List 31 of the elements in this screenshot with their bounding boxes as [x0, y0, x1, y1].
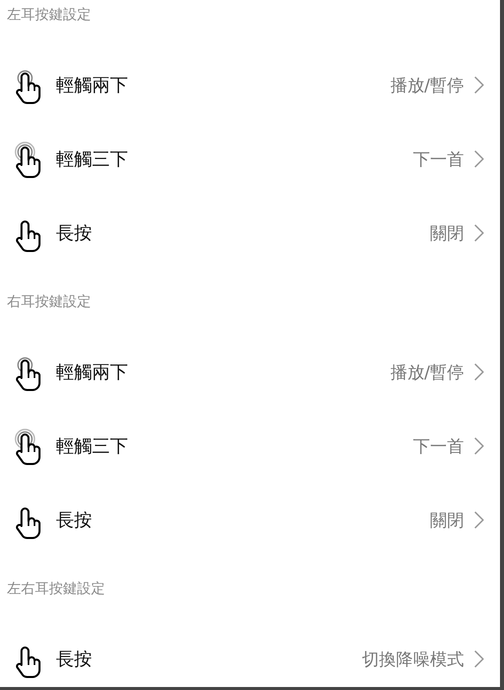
section-header: 左耳按鍵設定: [7, 6, 91, 24]
chevron-right-icon: [474, 363, 484, 381]
setting-row[interactable]: 輕觸三下 下一首: [0, 122, 500, 196]
chevron-right-icon: [474, 650, 484, 668]
setting-row[interactable]: 長按 切換降噪模式: [0, 622, 500, 687]
chevron-right-icon: [474, 437, 484, 455]
action-value: 播放/暫停: [390, 74, 464, 96]
gesture-label: 輕觸三下: [56, 148, 129, 171]
setting-row[interactable]: 輕觸兩下 播放/暫停: [0, 335, 500, 409]
gesture-label: 輕觸三下: [56, 435, 129, 458]
section-header: 右耳按鍵設定: [7, 293, 91, 311]
gesture-label: 長按: [56, 222, 93, 245]
action-value: 下一首: [413, 148, 464, 170]
setting-row[interactable]: 輕觸兩下 播放/暫停: [0, 48, 500, 122]
action-value: 切換降噪模式: [362, 648, 464, 670]
gesture-label: 長按: [56, 648, 93, 671]
gesture-label: 輕觸兩下: [56, 74, 129, 97]
chevron-right-icon: [474, 511, 484, 529]
chevron-right-icon: [474, 150, 484, 168]
chevron-right-icon: [474, 76, 484, 94]
chevron-right-icon: [474, 224, 484, 242]
setting-row[interactable]: 長按 關閉: [0, 483, 500, 557]
action-value: 關閉: [430, 222, 464, 244]
action-value: 下一首: [413, 436, 464, 458]
action-value: 播放/暫停: [390, 362, 464, 384]
gesture-label: 長按: [56, 509, 93, 532]
section-header: 左右耳按鍵設定: [7, 580, 105, 598]
setting-row[interactable]: 長按 關閉: [0, 196, 500, 270]
gesture-label: 輕觸兩下: [56, 361, 129, 384]
setting-row[interactable]: 輕觸三下 下一首: [0, 409, 500, 483]
action-value: 關閉: [430, 510, 464, 532]
